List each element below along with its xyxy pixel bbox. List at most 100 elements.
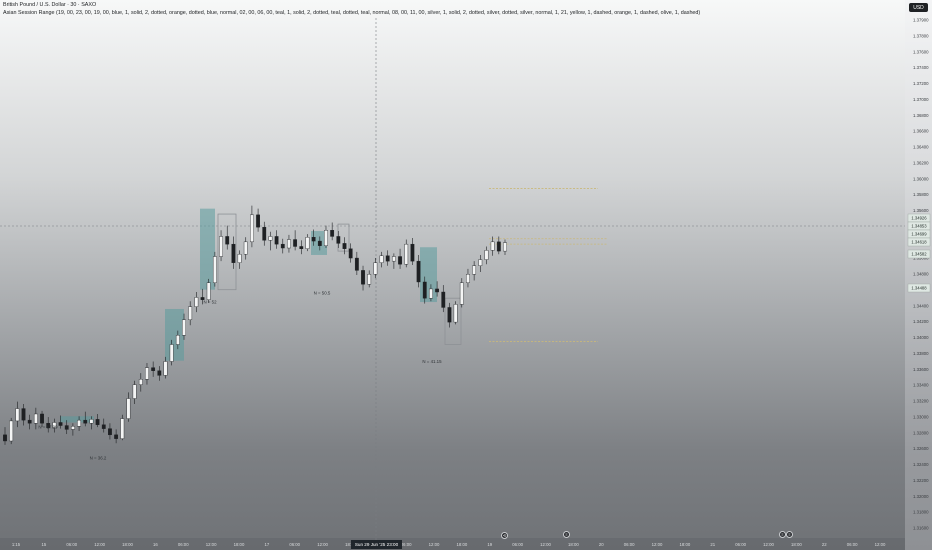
candle-body	[274, 236, 279, 245]
x-tick-label: 1:15	[12, 542, 21, 547]
candle-body	[231, 243, 236, 263]
candle-body	[188, 306, 193, 321]
candle-body	[71, 426, 75, 430]
price-badge-label: 1.34926	[911, 216, 927, 221]
candle-body	[77, 419, 81, 427]
symbol-title: British Pound / U.S. Dollar · 30 · SAXO	[3, 2, 97, 8]
y-tick-label: 1.33200	[913, 399, 929, 404]
candle-body	[453, 304, 458, 323]
y-tick-label: 1.32800	[913, 430, 929, 435]
y-tick-label: 1.36400	[913, 145, 929, 150]
candle-body	[182, 319, 186, 336]
candle-body	[145, 367, 149, 380]
candle-body	[379, 255, 384, 263]
candle-body	[237, 253, 242, 263]
candle-body	[478, 259, 483, 266]
y-tick-label: 1.34000	[913, 335, 929, 340]
candle-body	[15, 408, 20, 422]
x-tick-label: 18:00	[568, 542, 579, 547]
calendar-event-icon[interactable]: ≡	[779, 531, 786, 538]
x-tick-label: 12:00	[875, 542, 886, 547]
candle-body	[324, 230, 328, 246]
candle-body	[21, 408, 26, 421]
y-tick-label: 1.32000	[913, 494, 929, 499]
x-tick-label: 06:00	[735, 542, 746, 547]
y-tick-label: 1.37800	[913, 33, 929, 38]
candle-body	[429, 288, 433, 299]
candle-body	[503, 242, 507, 252]
y-tick-label: 1.31600	[913, 526, 929, 531]
session-box-teal	[420, 247, 437, 303]
y-tick-label: 1.32600	[913, 446, 929, 451]
candle-body	[342, 243, 347, 249]
price-badge-label: 1.34699	[911, 232, 927, 237]
candle-body	[385, 255, 390, 262]
candle-body	[490, 241, 495, 251]
price-chart[interactable]: 1.37900 1.37800 1.37600 1.37400 1.37200 1.370…	[0, 0, 932, 550]
candle-body	[175, 335, 180, 345]
y-tick-label: 1.34200	[913, 319, 929, 324]
x-tick-label: 21	[710, 542, 715, 547]
replay-icon[interactable]: ⟲	[501, 532, 508, 539]
candle-body	[299, 246, 304, 249]
price-badge-label: 1.34853	[911, 224, 927, 229]
candle-body	[496, 241, 501, 252]
candle-body	[250, 214, 254, 243]
indicator-legend[interactable]: Asian Session Range (19, 00, 23, 00, 19,…	[3, 10, 700, 16]
candle-body	[472, 265, 477, 275]
news-icon[interactable]: ≡	[563, 531, 570, 538]
candle-body	[40, 413, 44, 424]
candle-body	[114, 434, 119, 439]
session-box-teal	[200, 208, 215, 290]
candle-body	[398, 256, 402, 265]
y-tick-label: 1.31800	[913, 510, 929, 515]
candle-body	[262, 226, 267, 241]
candle-body	[416, 260, 421, 283]
candle-body	[466, 274, 470, 283]
x-tick-label: 12:00	[763, 542, 774, 547]
candle-body	[9, 420, 14, 442]
session-box-silver	[444, 297, 462, 345]
candle-body	[3, 434, 7, 442]
range-annotation: N = 50.5	[314, 290, 331, 295]
x-tick-label: 18:00	[234, 542, 245, 547]
candle-body	[212, 256, 217, 283]
x-tick-label: 12:00	[540, 542, 551, 547]
y-tick-label: 1.32200	[913, 478, 929, 483]
candle-body	[169, 344, 174, 362]
range-annotation: N = 17.99	[38, 425, 58, 430]
price-badge-label: 1.34488	[911, 286, 927, 291]
candle-body	[441, 291, 446, 308]
y-tick-label: 1.36600	[913, 129, 929, 134]
candle-body	[367, 274, 372, 285]
candle-body	[101, 424, 106, 429]
candle-body	[64, 425, 69, 430]
candle-body	[435, 288, 439, 293]
calendar-event-icon[interactable]: ≡	[786, 531, 793, 538]
candle-body	[311, 237, 316, 242]
currency-button[interactable]: USD	[909, 3, 928, 12]
x-tick-label: 18:00	[791, 542, 802, 547]
candle-body	[83, 419, 88, 424]
y-tick-label: 1.37400	[913, 65, 929, 70]
candle-body	[225, 236, 230, 245]
candle-body	[243, 241, 248, 255]
candle-body	[138, 379, 143, 385]
x-tick-label: 06:00	[178, 542, 189, 547]
candle-body	[126, 398, 131, 419]
candle-body	[447, 307, 452, 323]
candle-body	[354, 257, 359, 271]
x-tick-label: 06:00	[847, 542, 858, 547]
candle-body	[256, 214, 260, 228]
y-tick-label: 1.33400	[913, 383, 929, 388]
candle-body	[132, 384, 137, 399]
x-tick-label: 17	[264, 542, 269, 547]
candle-body	[33, 413, 38, 424]
candle-body	[58, 422, 63, 426]
y-tick-label: 1.36200	[913, 160, 929, 165]
y-tick-label: 1.37600	[913, 49, 929, 54]
candle-body	[89, 419, 94, 424]
candle-body	[459, 282, 464, 305]
candle-body	[95, 419, 100, 425]
x-tick-label: 15	[41, 542, 46, 547]
